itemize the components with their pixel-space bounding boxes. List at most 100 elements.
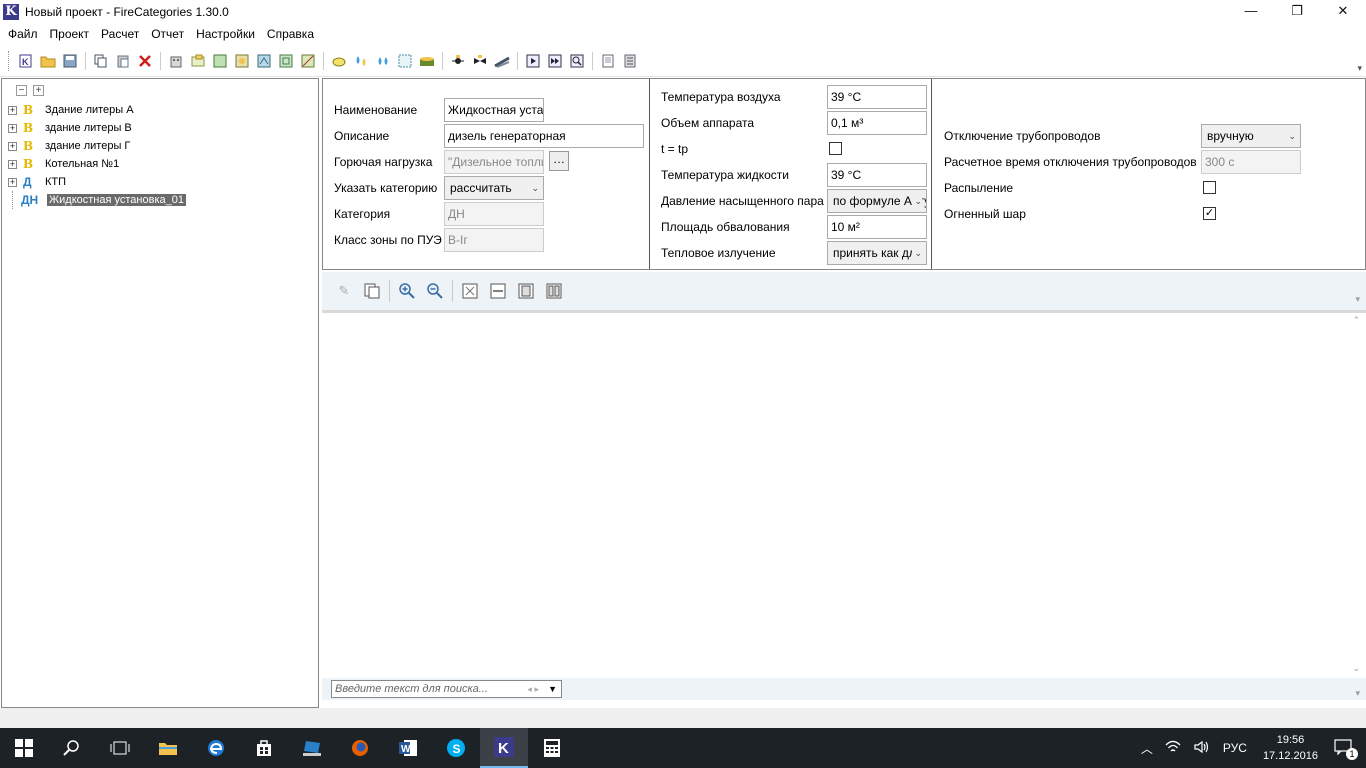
grid3-icon[interactable] <box>256 53 272 69</box>
vapor-pressure-select[interactable]: по формуле Антуана ⌄ <box>827 189 927 213</box>
minimize-button[interactable]: — <box>1228 0 1274 22</box>
menu-settings[interactable]: Настройки <box>190 25 261 43</box>
menu-project[interactable]: Проект <box>44 25 96 43</box>
expand-icon[interactable]: + <box>8 159 17 169</box>
name-field[interactable]: Жидкостная устаı <box>444 98 544 122</box>
search-taskbar-icon[interactable] <box>48 728 96 768</box>
fast-forward-icon[interactable] <box>547 53 563 69</box>
print-icon[interactable]: ✎ <box>335 282 353 300</box>
search-next-icon[interactable]: ▸ <box>534 684 539 694</box>
thermal-radiation-select[interactable]: принять как для факела ⌄ <box>827 241 927 265</box>
toolbar-overflow-icon[interactable]: ▾ <box>1357 63 1362 74</box>
wifi-icon[interactable] <box>1165 740 1181 757</box>
fit-width-icon[interactable] <box>489 282 507 300</box>
search-prev-icon[interactable]: ◂ <box>527 684 532 694</box>
category-mode-select[interactable]: рассчитать ⌄ <box>444 176 544 200</box>
tree-item[interactable]: + В здание литеры Г <box>2 137 318 155</box>
menu-help[interactable]: Справка <box>261 25 320 43</box>
description-field[interactable]: дизель генераторная <box>444 124 644 148</box>
firefox-icon[interactable] <box>336 728 384 768</box>
tree-item[interactable]: + Д КТП <box>2 173 318 191</box>
copy-icon[interactable] <box>93 53 109 69</box>
skype-icon[interactable]: S <box>432 728 480 768</box>
volume-field[interactable]: 0,1 м³ <box>827 111 927 135</box>
embankment-area-field[interactable]: 10 м² <box>827 215 927 239</box>
expand-icon[interactable]: + <box>8 177 17 187</box>
tree-item-label[interactable]: Котельная №1 <box>45 158 119 170</box>
grid5-icon[interactable] <box>300 53 316 69</box>
open-folder-icon[interactable] <box>40 53 56 69</box>
scroll-up-icon[interactable]: ⌃ <box>1352 315 1360 326</box>
pattern-icon[interactable] <box>397 53 413 69</box>
scroll-down-icon[interactable]: ⌄ <box>1352 663 1360 674</box>
tree-item-label[interactable]: здание литеры Г <box>45 140 130 152</box>
grid4-icon[interactable] <box>278 53 294 69</box>
edge-browser-icon[interactable] <box>192 728 240 768</box>
zoom-in-icon[interactable] <box>398 282 416 300</box>
clock[interactable]: 19:56 17.12.2016 <box>1263 732 1318 764</box>
room-icon[interactable] <box>190 53 206 69</box>
list-icon[interactable] <box>622 53 638 69</box>
drops-icon[interactable] <box>353 53 369 69</box>
report-viewer-area[interactable]: ⌃ ⌄ <box>322 310 1366 678</box>
zoom-out-icon[interactable] <box>426 282 444 300</box>
fuel-load-browse-button[interactable]: … <box>549 151 569 171</box>
file-explorer-icon[interactable] <box>144 728 192 768</box>
start-button[interactable] <box>0 728 48 768</box>
expand-icon[interactable]: + <box>8 141 17 151</box>
new-project-icon[interactable]: K <box>18 53 34 69</box>
close-button[interactable]: ✕ <box>1320 0 1366 22</box>
expand-icon[interactable]: + <box>8 105 17 115</box>
tree-item[interactable]: + В здание литеры В <box>2 119 318 137</box>
play-icon[interactable] <box>525 53 541 69</box>
delete-icon[interactable] <box>137 53 153 69</box>
drops2-icon[interactable] <box>375 53 391 69</box>
fireball-checkbox[interactable]: ✓ <box>1203 207 1216 220</box>
firecategories-taskbar-icon[interactable]: K <box>480 728 528 768</box>
word-icon[interactable]: W <box>384 728 432 768</box>
pump-icon[interactable] <box>450 53 466 69</box>
building-icon[interactable] <box>168 53 184 69</box>
menu-calc[interactable]: Расчет <box>95 25 145 43</box>
air-temp-field[interactable]: 39 °С <box>827 85 927 109</box>
tree-item-label[interactable]: Здание литеры А <box>45 104 134 116</box>
task-view-icon[interactable] <box>96 728 144 768</box>
spray-checkbox[interactable] <box>1203 181 1216 194</box>
notifications-icon[interactable]: 1 <box>1334 738 1358 760</box>
viewer-toolbar-overflow-icon[interactable]: ▾ <box>1355 294 1360 305</box>
pipe-icon[interactable] <box>494 53 510 69</box>
tree-item-label[interactable]: здание литеры В <box>45 122 132 134</box>
tray-expand-icon[interactable]: ︿ <box>1141 740 1153 757</box>
menu-report[interactable]: Отчет <box>145 25 190 43</box>
store-icon[interactable] <box>240 728 288 768</box>
maximize-button[interactable]: ❐ <box>1274 0 1320 22</box>
tree-item[interactable]: + В Котельная №1 <box>2 155 318 173</box>
magnifier-icon[interactable] <box>569 53 585 69</box>
pipeline-shutoff-select[interactable]: вручную ⌄ <box>1201 124 1301 148</box>
computer-icon[interactable] <box>288 728 336 768</box>
fit-page-icon[interactable] <box>461 282 479 300</box>
two-pages-icon[interactable] <box>545 282 563 300</box>
copy-page-icon[interactable] <box>363 282 381 300</box>
grid2-icon[interactable] <box>234 53 250 69</box>
t-equals-tp-checkbox[interactable] <box>829 142 842 155</box>
tree-item-label[interactable]: Жидкостная установка_01 <box>47 194 186 206</box>
search-overflow-icon[interactable]: ▾ <box>1355 688 1360 699</box>
expand-all-button[interactable]: + <box>33 84 44 96</box>
liquid-temp-field[interactable]: 39 °С <box>827 163 927 187</box>
search-dropdown-icon[interactable]: ▼ <box>548 681 557 697</box>
tank-icon[interactable] <box>419 53 435 69</box>
expand-icon[interactable]: + <box>8 123 17 133</box>
volume-icon[interactable] <box>1193 740 1211 757</box>
language-indicator[interactable]: РУС <box>1223 741 1247 755</box>
substance-icon[interactable] <box>331 53 347 69</box>
grid1-icon[interactable] <box>212 53 228 69</box>
tree-item[interactable]: + В Здание литеры А <box>2 101 318 119</box>
collapse-all-button[interactable]: − <box>16 84 27 96</box>
tree-item-label[interactable]: КТП <box>45 176 66 188</box>
save-icon[interactable] <box>62 53 78 69</box>
paste-icon[interactable] <box>115 53 131 69</box>
report-icon[interactable] <box>600 53 616 69</box>
calculator-icon[interactable] <box>528 728 576 768</box>
single-page-icon[interactable] <box>517 282 535 300</box>
